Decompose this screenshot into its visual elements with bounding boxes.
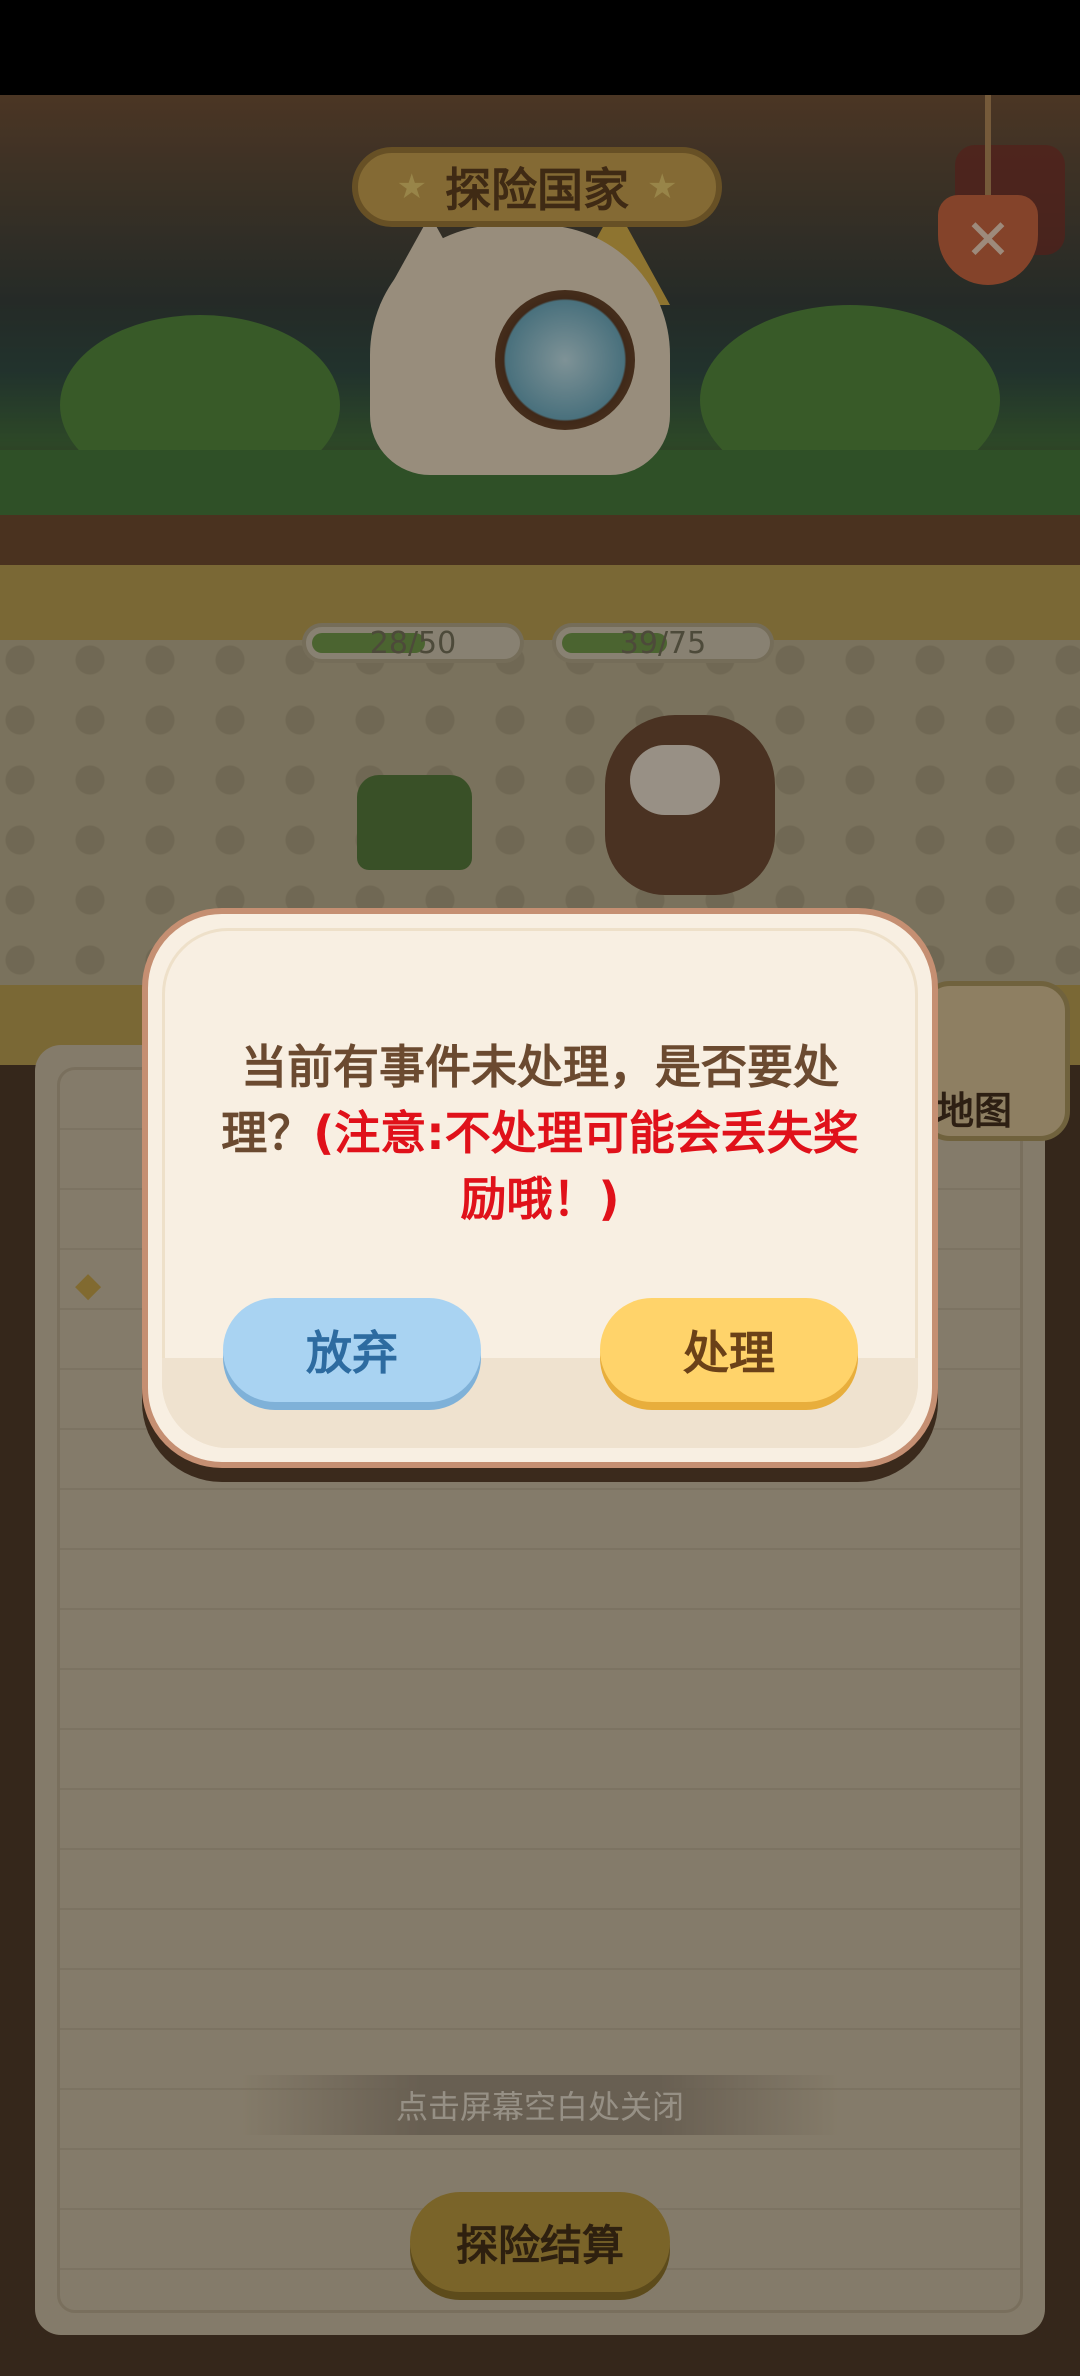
player-hp-text: 39/75: [619, 625, 707, 661]
dialog-message: 当前有事件未处理，是否要处理？(注意:不处理可能会丢失奖励哦！): [208, 1034, 872, 1232]
handle-button[interactable]: 处理: [600, 1298, 858, 1402]
dialog-warning-text: (注意:不处理可能会丢失奖励哦！): [313, 1106, 859, 1226]
enemy-hp-text: 28/50: [369, 625, 457, 661]
abandon-button[interactable]: 放弃: [223, 1298, 481, 1402]
